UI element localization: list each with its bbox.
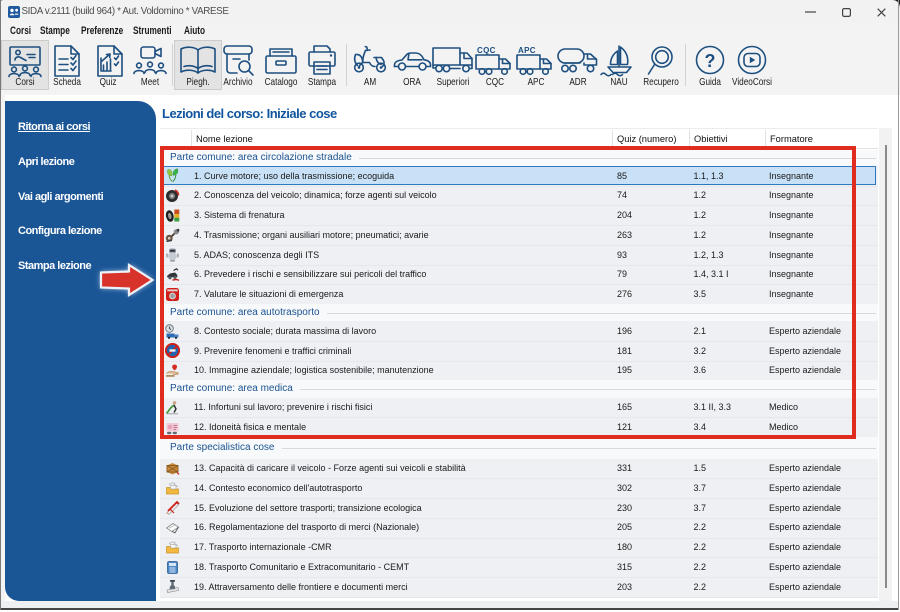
svg-text:CQC: CQC [477, 46, 496, 55]
svg-text:?: ? [705, 51, 716, 71]
svg-text:APC: APC [518, 46, 536, 55]
